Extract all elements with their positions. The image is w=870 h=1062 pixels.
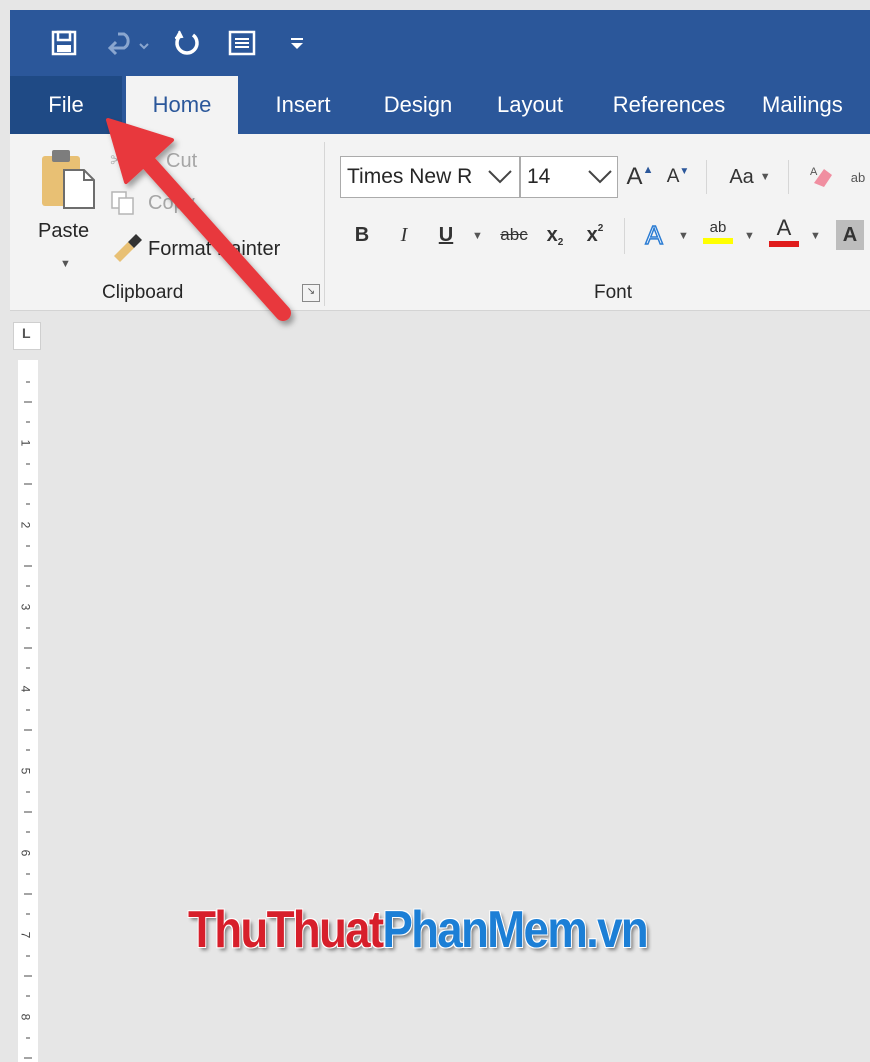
tab-layout[interactable]: Layout xyxy=(480,76,580,134)
ruler-mark: 3 xyxy=(18,603,33,611)
clipboard-group-label: Clipboard xyxy=(102,282,184,303)
paste-dropdown-icon[interactable]: ▼ xyxy=(60,258,71,270)
strikethrough-button[interactable]: abc xyxy=(494,218,534,252)
underline-button[interactable]: U xyxy=(432,218,460,252)
ruler-mark: 7 xyxy=(18,931,33,939)
ruler-mark: 5 xyxy=(18,767,33,775)
copy-button[interactable]: Copy xyxy=(106,190,216,220)
vertical-ruler: 1 2 3 4 5 6 7 8 xyxy=(18,360,38,1062)
watermark-part2: PhanMem.vn xyxy=(382,901,648,959)
character-shading-button[interactable]: A xyxy=(836,220,864,250)
tab-mailings[interactable]: Mailings xyxy=(762,76,870,134)
subscript-button[interactable]: x2 xyxy=(540,218,570,252)
text-effects-dropdown-icon[interactable]: ▼ xyxy=(678,230,689,242)
format-painter-label: Format Painter xyxy=(148,238,281,260)
customize-qat-icon[interactable] xyxy=(284,24,310,62)
highlight-button[interactable]: ab xyxy=(700,214,736,248)
group-divider xyxy=(324,142,325,306)
font-size-value: 14 xyxy=(527,165,551,188)
ruler-mark: 6 xyxy=(18,849,33,857)
italic-button[interactable]: I xyxy=(390,218,418,252)
copy-label: Copy xyxy=(148,192,195,214)
paste-button[interactable]: Paste ▼ xyxy=(30,144,102,270)
tab-home[interactable]: Home xyxy=(126,76,238,134)
ruler-mark: 2 xyxy=(18,521,33,529)
ribbon-home: Paste ▼ ✂ Cut Copy Format Painter Clipbo… xyxy=(10,134,870,311)
font-color-button[interactable]: A xyxy=(766,214,802,248)
ruler-ticks xyxy=(24,381,32,1059)
text-effects-button[interactable]: A xyxy=(636,218,672,252)
chevron-down-icon xyxy=(588,170,612,184)
save-icon[interactable] xyxy=(46,24,82,62)
redo-icon[interactable] xyxy=(170,24,204,62)
highlight-color-swatch xyxy=(703,237,733,244)
font-name-dropdown[interactable]: Times New R xyxy=(340,156,520,198)
paste-icon xyxy=(42,150,95,209)
tab-insert[interactable]: Insert xyxy=(248,76,358,134)
font-color-dropdown-icon[interactable]: ▼ xyxy=(810,230,821,242)
font-name-value: Times New R xyxy=(347,165,473,188)
tab-references[interactable]: References xyxy=(600,76,738,134)
cut-label: Cut xyxy=(166,150,198,172)
tab-selector-button[interactable]: L xyxy=(13,322,41,350)
watermark-part1: ThuThuat xyxy=(188,901,384,959)
font-color-swatch xyxy=(769,241,799,247)
superscript-button[interactable]: x2 xyxy=(580,218,610,252)
ruler-mark: 1 xyxy=(18,439,33,447)
clipboard-launcher-icon[interactable]: ↘ xyxy=(302,284,320,302)
font-group-label: Font xyxy=(594,282,633,303)
grow-font-button[interactable]: A ▲ xyxy=(624,160,656,194)
clear-formatting-icon[interactable]: A xyxy=(804,160,840,194)
watermark-logo: ThuThuatPhanMem.vn xyxy=(188,900,649,960)
change-case-button[interactable]: Aa ▼ xyxy=(720,160,780,194)
underline-dropdown-icon[interactable]: ▼ xyxy=(472,230,483,242)
format-painter-button[interactable]: Format Painter xyxy=(106,234,306,264)
chevron-down-icon xyxy=(488,170,512,184)
scissors-icon: ✂ xyxy=(110,150,127,172)
svg-text:A: A xyxy=(810,166,818,178)
bold-button[interactable]: B xyxy=(348,218,376,252)
font-size-dropdown[interactable]: 14 xyxy=(520,156,618,198)
ribbon-tabs: File Home Insert Design Layout Reference… xyxy=(10,76,870,134)
tab-design[interactable]: Design xyxy=(360,76,476,134)
shrink-font-button[interactable]: A ▼ xyxy=(662,160,694,194)
copy-icon xyxy=(111,191,134,215)
highlight-dropdown-icon[interactable]: ▼ xyxy=(744,230,755,242)
cut-button[interactable]: ✂ Cut xyxy=(106,148,216,178)
text-effects-typography-icon[interactable]: ab xyxy=(846,160,870,194)
paste-label: Paste xyxy=(38,220,90,242)
quick-access-toolbar xyxy=(10,10,870,76)
print-preview-icon[interactable] xyxy=(224,24,260,62)
format-painter-icon xyxy=(114,234,142,262)
ruler-mark: 4 xyxy=(18,685,33,693)
undo-icon[interactable] xyxy=(104,24,152,62)
tab-file[interactable]: File xyxy=(10,76,122,134)
ruler-mark: 8 xyxy=(18,1013,33,1021)
